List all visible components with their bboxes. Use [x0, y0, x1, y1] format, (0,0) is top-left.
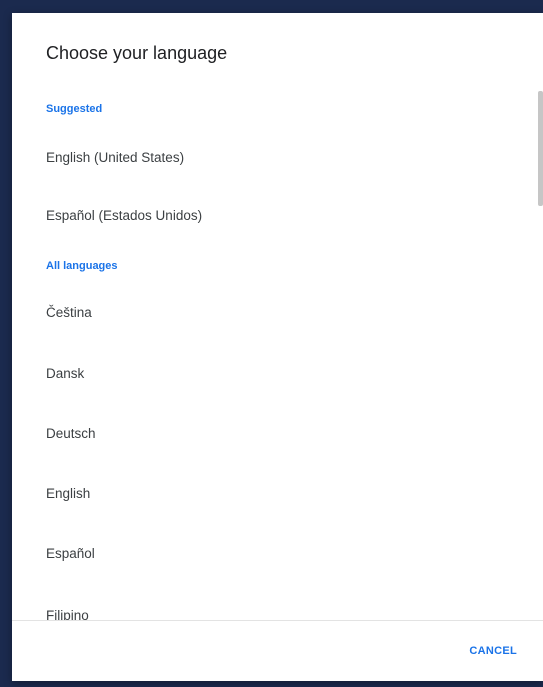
section-header-all-languages: All languages: [46, 260, 118, 272]
language-item-espanol[interactable]: Español: [12, 534, 537, 574]
dialog-title: Choose your language: [46, 43, 228, 63]
language-item-cestina[interactable]: Čeština: [12, 293, 537, 333]
language-item-dansk[interactable]: Dansk: [12, 354, 537, 394]
footer-divider: [12, 620, 543, 621]
language-item-deutsch[interactable]: Deutsch: [12, 414, 537, 454]
language-list[interactable]: Choose your language Suggested English (…: [12, 13, 543, 620]
language-item-espanol-us[interactable]: Español (Estados Unidos): [12, 196, 537, 236]
language-dialog: Choose your language Suggested English (…: [12, 13, 543, 681]
language-item-english[interactable]: English: [12, 474, 537, 514]
cancel-button[interactable]: CANCEL: [467, 637, 519, 665]
language-item-english-us[interactable]: English (United States): [12, 138, 537, 178]
section-header-suggested: Suggested: [46, 103, 103, 115]
scrollbar-thumb[interactable]: [538, 91, 543, 206]
language-item-filipino[interactable]: Filipino: [12, 596, 537, 620]
